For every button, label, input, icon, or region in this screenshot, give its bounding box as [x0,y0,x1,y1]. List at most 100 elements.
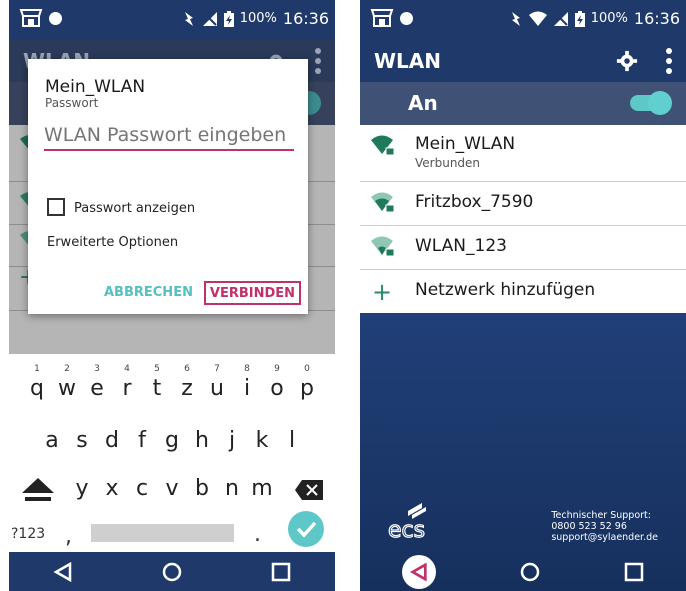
notification-dot-icon [49,11,62,25]
status-bar: 100% 16:36 [360,0,686,40]
back-icon [409,562,427,581]
left-phone-screen: 100% 16:36 WLAN + Mein_WLAN Passwort Pas… [9,0,335,591]
store-icon [19,9,43,27]
space-key[interactable] [91,524,234,542]
password-dialog: Mein_WLAN Passwort Passwort anzeigen Erw… [28,59,308,314]
key[interactable]: k [247,428,277,453]
no-signal-icon [202,11,217,26]
key[interactable]: 4r [112,364,142,401]
key[interactable]: 2w [52,364,82,401]
network-name: Fritzbox_7590 [415,192,534,212]
key[interactable]: g [157,428,187,453]
switch-knob [648,91,672,115]
key[interactable]: 5t [142,364,172,401]
backspace-icon[interactable] [294,479,324,501]
navigation-bar [360,552,686,591]
key[interactable]: 1q [22,364,52,401]
keyboard-row-3: y x c v b n m [9,476,335,501]
battery-charging-icon [223,10,234,27]
wifi-lock-icon [371,192,395,213]
key[interactable]: v [157,476,187,501]
navigation-bar [9,552,335,591]
enter-key[interactable] [288,511,324,547]
wifi-switch[interactable] [626,91,672,115]
status-time: 16:36 [282,9,329,28]
network-name: WLAN_123 [415,236,507,256]
nfc-icon [184,11,193,26]
recents-icon[interactable] [624,562,644,582]
nfc-icon [511,11,520,26]
advanced-options-link[interactable]: Erweiterte Optionen [47,235,178,250]
gear-icon[interactable] [616,50,638,72]
add-network-label: Netzwerk hinzufügen [415,280,596,300]
key[interactable]: d [97,428,127,453]
shift-icon[interactable] [21,477,55,503]
recents-icon[interactable] [271,562,291,582]
network-list: Mein_WLAN Verbunden Fritzbox_7590 WLAN_1… [360,125,686,314]
key[interactable]: c [127,476,157,501]
more-vert-icon [315,48,321,74]
key[interactable]: h [187,428,217,453]
dialog-subtitle: Passwort [45,96,99,110]
add-network-row[interactable]: + Netzwerk hinzufügen [360,270,686,314]
check-icon [296,521,317,538]
key[interactable]: n [217,476,247,501]
battery-charging-icon [574,10,585,27]
show-password-label[interactable]: Passwort anzeigen [74,201,195,216]
key[interactable]: a [37,428,67,453]
key[interactable]: l [277,428,307,453]
connect-button[interactable]: VERBINDEN [204,281,301,305]
support-phone: 0800 523 52 96 [551,521,627,532]
key[interactable]: x [97,476,127,501]
symbols-key[interactable]: ?123 [11,526,45,542]
status-time: 16:36 [633,9,680,28]
keyboard-row-1: 1q 2w 3e 4r 5t 6z 7u 8i 9o 0p [9,364,335,401]
no-signal-icon [553,11,568,26]
battery-percent: 100% [239,11,277,26]
show-password-checkbox[interactable] [47,198,65,216]
plus-icon: + [372,278,393,306]
key[interactable]: 3e [82,364,112,401]
key[interactable]: b [187,476,217,501]
store-icon [370,9,394,27]
period-key[interactable]: . [254,522,261,547]
support-heading: Technischer Support: [551,510,651,521]
network-status: Verbunden [415,156,481,170]
key[interactable]: 8i [232,364,262,401]
cancel-button[interactable]: ABBRECHEN [104,285,193,300]
password-input[interactable] [44,121,294,151]
key[interactable]: m [247,476,277,501]
ecs-logo: ecs [388,503,426,541]
key[interactable]: 7u [202,364,232,401]
key[interactable]: 9o [262,364,292,401]
wifi-lock-icon [371,135,395,156]
key[interactable]: s [67,428,97,453]
key[interactable]: 6z [172,364,202,401]
back-button[interactable] [401,554,436,589]
support-email: support@sylaender.de [551,532,658,543]
soft-keyboard: 1q 2w 3e 4r 5t 6z 7u 8i 9o 0p a s d f g … [9,354,335,552]
notification-dot-icon [400,11,413,25]
key[interactable]: j [217,428,247,453]
app-title: WLAN [374,49,442,73]
dialog-title: Mein_WLAN [45,77,146,97]
wifi-toggle-row[interactable]: An [360,82,686,125]
background-panel [360,313,686,591]
network-name: Mein_WLAN [415,134,516,154]
back-icon[interactable] [53,561,73,582]
list-item[interactable]: Fritzbox_7590 [360,182,686,226]
battery-percent: 100% [590,11,628,26]
app-bar: WLAN [360,40,686,82]
svg-text:ecs: ecs [388,518,425,541]
list-item[interactable]: Mein_WLAN Verbunden [360,125,686,182]
key[interactable]: f [127,428,157,453]
key[interactable]: 0p [292,364,322,401]
list-item[interactable]: WLAN_123 [360,226,686,270]
key[interactable]: y [67,476,97,501]
home-icon[interactable] [161,561,183,583]
keyboard-row-2: a s d f g h j k l [9,428,335,453]
comma-key[interactable]: , [65,524,72,549]
more-vert-icon[interactable] [666,48,672,74]
home-icon[interactable] [519,561,541,583]
wifi-icon [528,11,547,26]
